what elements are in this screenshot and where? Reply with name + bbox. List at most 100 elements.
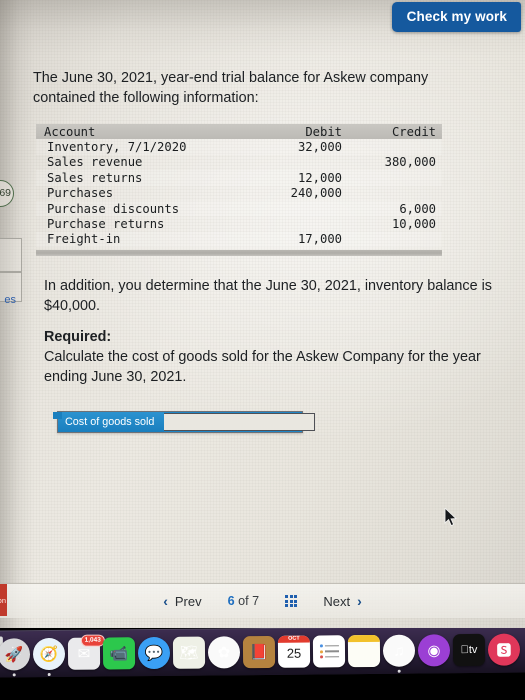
question-intro-text: The June 30, 2021, year-end trial balanc… (33, 70, 429, 106)
cell-credit (356, 170, 442, 185)
dock-item-calendar[interactable]: OCT 25 (277, 635, 311, 669)
required-heading: Required: (44, 329, 112, 345)
cell-credit (356, 186, 442, 201)
table-row: Inventory, 7/1/2020 32,000 (36, 139, 442, 155)
chevron-right-icon: › (357, 593, 362, 609)
safari-icon: 🧭 (32, 637, 66, 671)
dock-item-messages[interactable]: 💬 (137, 636, 171, 670)
notes-icon (347, 634, 381, 668)
table-row: Freight-in 17,000 (36, 231, 442, 247)
maps-icon: 🗺 (172, 636, 206, 669)
current-page-number: 6 (227, 594, 235, 608)
next-question-button[interactable]: Next › (323, 594, 361, 609)
edge-link-fragment[interactable]: es (0, 294, 18, 306)
dock-item-photos[interactable]: ✿ (207, 635, 241, 669)
required-block: Required: Calculate the cost of goods so… (44, 327, 494, 387)
table-row: Purchase discounts 6,000 (36, 200, 442, 217)
dock-item-apple-tv[interactable]: tv (452, 633, 486, 667)
podcasts-icon: ◉ (417, 634, 451, 667)
reminder-line (319, 649, 339, 653)
cell-credit (356, 139, 442, 154)
dock-item-launchpad[interactable]: 🚀 (0, 637, 31, 677)
additional-information-text: In addition, you determine that the June… (44, 278, 493, 314)
next-button-label: Next (323, 593, 351, 609)
cell-account: Sales returns (47, 170, 143, 185)
dock-item-safari[interactable]: 🧭 (32, 637, 66, 677)
chevron-left-icon: ‹ (163, 593, 168, 609)
edge-red-button-fragment[interactable]: tion (0, 584, 7, 616)
grid-dot (294, 594, 298, 598)
check-my-work-button[interactable]: Check my work (391, 2, 521, 32)
dock-item-facetime[interactable]: 📹 (102, 636, 136, 670)
contacts-icon: 📕 (242, 635, 276, 669)
grid-dot (294, 604, 298, 608)
music-icon: ♫ (382, 634, 416, 667)
messages-icon: 💬 (137, 636, 171, 670)
dock-item-contacts[interactable]: 📕 (242, 635, 276, 669)
cell-account: Purchase returns (47, 216, 165, 231)
notes-header-strip (347, 634, 380, 643)
table-bottom-rule (36, 250, 442, 256)
table-row: Sales revenue 380,000 (36, 155, 442, 170)
question-navigation-bar: ‹ Prev 6 of 7 Next › (0, 583, 525, 618)
cost-of-goods-sold-input[interactable] (164, 413, 315, 431)
cell-credit: 380,000 (384, 155, 436, 170)
grid-dot (289, 604, 293, 608)
page-counter-of-label: of (238, 594, 249, 608)
music-running-indicator (397, 669, 401, 673)
required-instruction-text: Calculate the cost of goods sold for the… (44, 349, 481, 385)
cell-debit: 12,000 (297, 170, 342, 185)
grid-dot (285, 599, 289, 603)
cell-account: Purchases (47, 186, 114, 201)
cell-debit: 240,000 (290, 186, 342, 201)
reminder-line (319, 655, 339, 659)
dock-item-notes[interactable] (347, 634, 381, 668)
reminder-line (319, 644, 339, 648)
dock-item-podcasts[interactable]: ◉ (417, 633, 451, 667)
cell-account: Purchase discounts (47, 201, 180, 216)
cell-credit: 10,000 (391, 216, 436, 231)
column-header-credit: Credit (391, 124, 436, 139)
dock-item-app-store[interactable]: 🆂 (487, 633, 521, 667)
cell-debit: 17,000 (297, 232, 342, 247)
facetime-icon: 📹 (102, 637, 136, 670)
dock-item-maps[interactable]: 🗺 (172, 636, 206, 670)
grid-dot (289, 594, 293, 598)
table-header-row: Account Debit Credit (36, 124, 442, 140)
dock-item-mail[interactable]: ✉ 1,043 (67, 634, 105, 671)
dock-item-music[interactable]: ♫ (382, 634, 416, 673)
column-header-debit: Debit (305, 124, 342, 139)
table-header: Account Debit Credit (36, 124, 442, 140)
dock-item-reminders[interactable] (312, 634, 346, 668)
edge-panel-fragment-top (0, 238, 22, 272)
launchpad-running-indicator (12, 673, 16, 677)
column-header-account: Account (44, 124, 96, 139)
photos-icon: ✿ (207, 636, 241, 669)
cell-credit (356, 232, 442, 247)
apple-tv-icon: tv (452, 633, 486, 667)
cell-account: Freight-in (47, 232, 121, 247)
table-row: Sales returns 12,000 (36, 170, 442, 186)
macos-desktop: 🚀🧭✉1,043📹💬🗺✿📕OCT25 ♫◉tv🆂 (0, 628, 525, 700)
grid-dot (285, 604, 289, 608)
app-store-icon: 🆂 (487, 633, 521, 666)
cell-debit (260, 201, 356, 216)
calendar-icon: OCT 25 (277, 635, 311, 668)
table-row: Purchase returns 10,000 (36, 216, 442, 231)
cell-account: Inventory, 7/1/2020 (47, 140, 187, 155)
text-caret-indicator (53, 412, 62, 419)
total-page-number: 7 (252, 594, 260, 608)
cell-debit: 32,000 (297, 140, 342, 155)
cell-account: Sales revenue (47, 155, 143, 170)
table-row: Purchases 240,000 (36, 186, 442, 201)
trial-balance-grid: Account Debit Credit Inventory, 7/1/2020… (36, 124, 442, 247)
question-grid-icon[interactable] (285, 594, 298, 608)
cell-debit (260, 216, 356, 231)
answer-entry-row[interactable]: Cost of goods sold (53, 411, 315, 433)
grid-dot (294, 599, 298, 603)
grid-dot (289, 599, 293, 603)
cell-credit: 6,000 (399, 201, 436, 216)
photo-left-shadow (0, 0, 34, 628)
prev-button-label: Prev (174, 593, 202, 609)
prev-question-button[interactable]: ‹ Prev (163, 594, 201, 609)
